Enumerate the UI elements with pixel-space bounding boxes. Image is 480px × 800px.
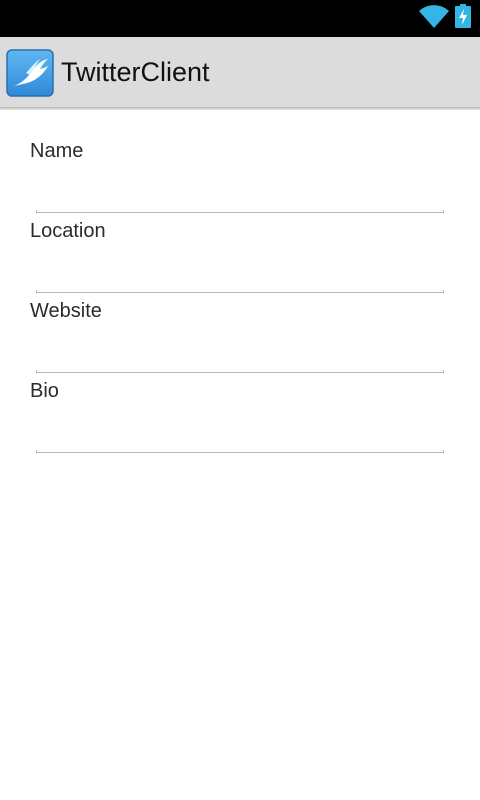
website-field: Website xyxy=(0,270,480,373)
location-label: Location xyxy=(30,220,106,242)
bio-label: Bio xyxy=(30,380,59,402)
location-field: Location xyxy=(0,190,480,293)
action-bar: TwitterClient xyxy=(0,37,480,107)
bio-input-underline xyxy=(36,450,444,453)
name-field: Name xyxy=(0,110,480,213)
name-label: Name xyxy=(30,140,84,162)
wifi-icon xyxy=(419,5,449,29)
website-label: Website xyxy=(30,300,102,322)
battery-charging-icon xyxy=(455,4,471,28)
app-title: TwitterClient xyxy=(61,57,210,87)
bio-field: Bio xyxy=(0,350,480,453)
profile-form: Name Location Website Bio xyxy=(0,110,480,453)
bio-input[interactable] xyxy=(36,412,444,452)
app-bird-icon[interactable] xyxy=(6,49,54,97)
status-bar xyxy=(0,0,480,37)
